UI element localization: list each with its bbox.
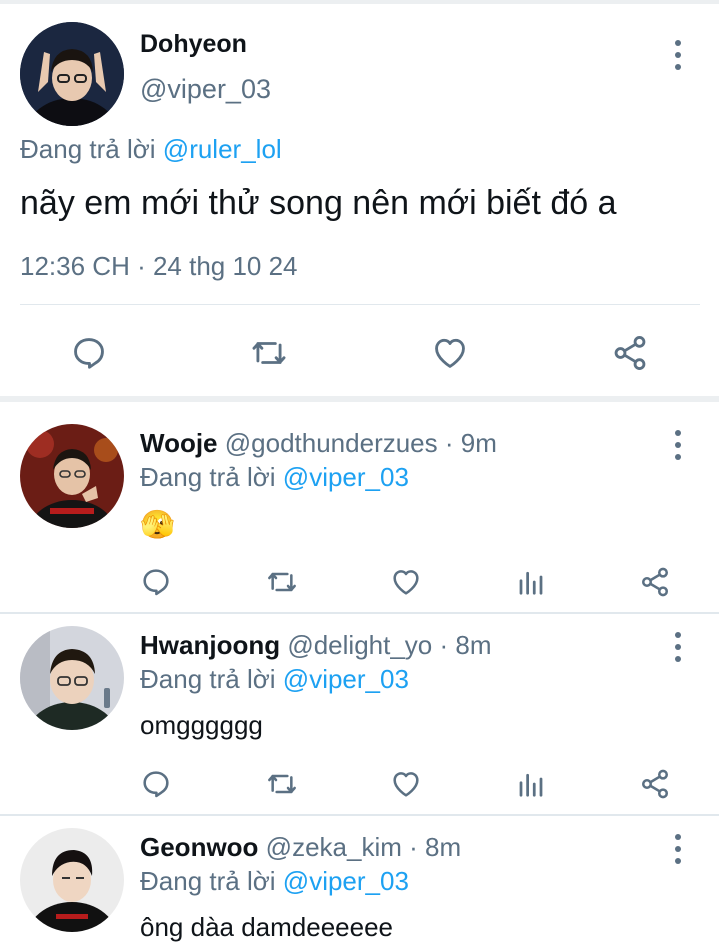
reply-tweet[interactable]: Hwanjoong @delight_yo · 8m Đang trả lời …: [0, 602, 719, 814]
retweet-icon[interactable]: [264, 768, 300, 800]
like-icon[interactable]: [389, 768, 423, 800]
reply-text: omgggggg: [140, 710, 263, 740]
avatar-image: [20, 626, 124, 730]
replying-to: Đang trả lời @viper_03: [140, 664, 409, 695]
more-options-icon[interactable]: [668, 430, 688, 460]
replying-to: Đang trả lời @viper_03: [140, 866, 409, 897]
reply-time: · 8m: [432, 630, 492, 660]
mention-link[interactable]: @ruler_lol: [163, 134, 282, 164]
reply-author-name[interactable]: Hwanjoong: [140, 630, 280, 660]
replying-prefix: Đang trả lời: [140, 664, 276, 694]
replying-prefix: Đang trả lời: [140, 866, 276, 896]
reply-tweet[interactable]: Wooje @godthunderzues · 9m Đang trả lời …: [0, 400, 719, 612]
share-icon[interactable]: [610, 334, 650, 372]
author-handle[interactable]: @viper_03: [140, 74, 271, 105]
reply-header: Hwanjoong @delight_yo · 8m: [140, 630, 492, 661]
reply-avatar[interactable]: [20, 828, 124, 932]
replying-prefix: Đang trả lời: [20, 134, 156, 164]
author-name[interactable]: Dohyeon: [140, 30, 247, 59]
retweet-icon[interactable]: [264, 566, 300, 598]
reply-text: 🫣: [140, 508, 175, 541]
mention-link[interactable]: @viper_03: [283, 866, 409, 896]
tweet-actions: [0, 330, 719, 376]
reply-actions: [0, 762, 719, 800]
reply-icon[interactable]: [140, 566, 172, 598]
reply-icon[interactable]: [140, 768, 172, 800]
like-icon[interactable]: [430, 334, 470, 372]
share-icon[interactable]: [638, 768, 672, 800]
avatar-image: [20, 828, 124, 932]
more-options-icon[interactable]: [668, 40, 688, 70]
reply-author-handle[interactable]: @zeka_kim: [266, 832, 402, 862]
reply-author-name[interactable]: Geonwoo: [140, 832, 258, 862]
more-options-icon[interactable]: [668, 834, 688, 864]
analytics-icon[interactable]: [516, 768, 546, 800]
face-peeking-emoji: 🫣: [140, 508, 175, 541]
reply-header: Wooje @godthunderzues · 9m: [140, 428, 497, 459]
reply-author-handle[interactable]: @godthunderzues: [225, 428, 438, 458]
replying-prefix: Đang trả lời: [140, 462, 276, 492]
reply-time: · 8m: [401, 832, 462, 862]
reply-actions: [0, 560, 719, 598]
avatar-image: [20, 22, 124, 126]
author-avatar[interactable]: [20, 22, 124, 126]
tweet-timestamp[interactable]: 12:36 CH · 24 thg 10 24: [20, 251, 298, 282]
reply-author-name[interactable]: Wooje: [140, 428, 218, 458]
reply-avatar[interactable]: [20, 626, 124, 730]
reply-time: · 9m: [437, 428, 497, 458]
reply-icon[interactable]: [70, 334, 108, 372]
mention-link[interactable]: @viper_03: [283, 462, 409, 492]
replying-to: Đang trả lời @viper_03: [140, 462, 409, 493]
retweet-icon[interactable]: [248, 334, 290, 372]
avatar-image: [20, 424, 124, 528]
divider: [20, 304, 700, 305]
reply-author-handle[interactable]: @delight_yo: [287, 630, 432, 660]
reply-tweet[interactable]: Geonwoo @zeka_kim · 8m Đang trả lời @vip…: [0, 804, 719, 952]
tweet-text: nãy em mới thử song nên mới biết đó a: [20, 184, 617, 222]
share-icon[interactable]: [638, 566, 672, 598]
reply-header: Geonwoo @zeka_kim · 8m: [140, 832, 461, 863]
reply-avatar[interactable]: [20, 424, 124, 528]
main-tweet[interactable]: Dohyeon @viper_03 Đang trả lời @ruler_lo…: [0, 4, 719, 396]
replying-to: Đang trả lời @ruler_lol: [20, 134, 282, 165]
more-options-icon[interactable]: [668, 632, 688, 662]
like-icon[interactable]: [389, 566, 423, 598]
mention-link[interactable]: @viper_03: [283, 664, 409, 694]
analytics-icon[interactable]: [516, 566, 546, 598]
reply-text: ông dàa damdeeeeee: [140, 912, 394, 942]
